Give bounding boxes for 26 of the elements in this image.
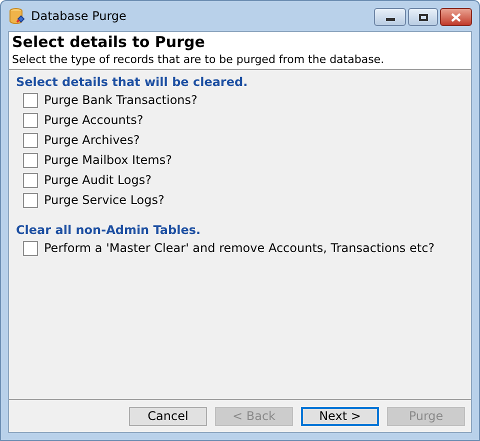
- checkbox[interactable]: [23, 132, 38, 148]
- close-icon: [451, 12, 461, 22]
- checkbox-label: Perform a 'Master Clear' and remove Accounts, Transactions etc?: [44, 240, 435, 257]
- checkbox[interactable]: [23, 152, 38, 168]
- checkbox[interactable]: [23, 172, 38, 188]
- page-subtitle: Select the type of records that are to be purged from the database.: [12, 52, 386, 67]
- database-icon: [8, 7, 26, 25]
- maximize-button[interactable]: [408, 8, 438, 26]
- checkbox[interactable]: [23, 192, 38, 208]
- window-title: Database Purge: [31, 8, 126, 25]
- checkbox-label: Purge Service Logs?: [44, 192, 164, 209]
- page-title: Select details to Purge: [12, 33, 206, 52]
- wizard-button[interactable]: Next >: [301, 406, 379, 426]
- minimize-button[interactable]: [374, 8, 406, 26]
- checkbox-label: Purge Mailbox Items?: [44, 152, 172, 169]
- checkbox-label: Purge Bank Transactions?: [44, 92, 198, 109]
- checkbox[interactable]: [23, 112, 38, 128]
- checkbox[interactable]: [23, 240, 38, 256]
- section-heading: Clear all non-Admin Tables.: [16, 223, 202, 238]
- checkbox-label: Purge Archives?: [44, 132, 140, 149]
- checkbox[interactable]: [23, 92, 38, 108]
- checkbox-label: Purge Accounts?: [44, 112, 144, 129]
- section-heading: Select details that will be cleared.: [16, 75, 249, 90]
- close-button[interactable]: [440, 8, 472, 26]
- checkbox-label: Purge Audit Logs?: [44, 172, 152, 189]
- wizard-button[interactable]: Cancel: [129, 406, 207, 426]
